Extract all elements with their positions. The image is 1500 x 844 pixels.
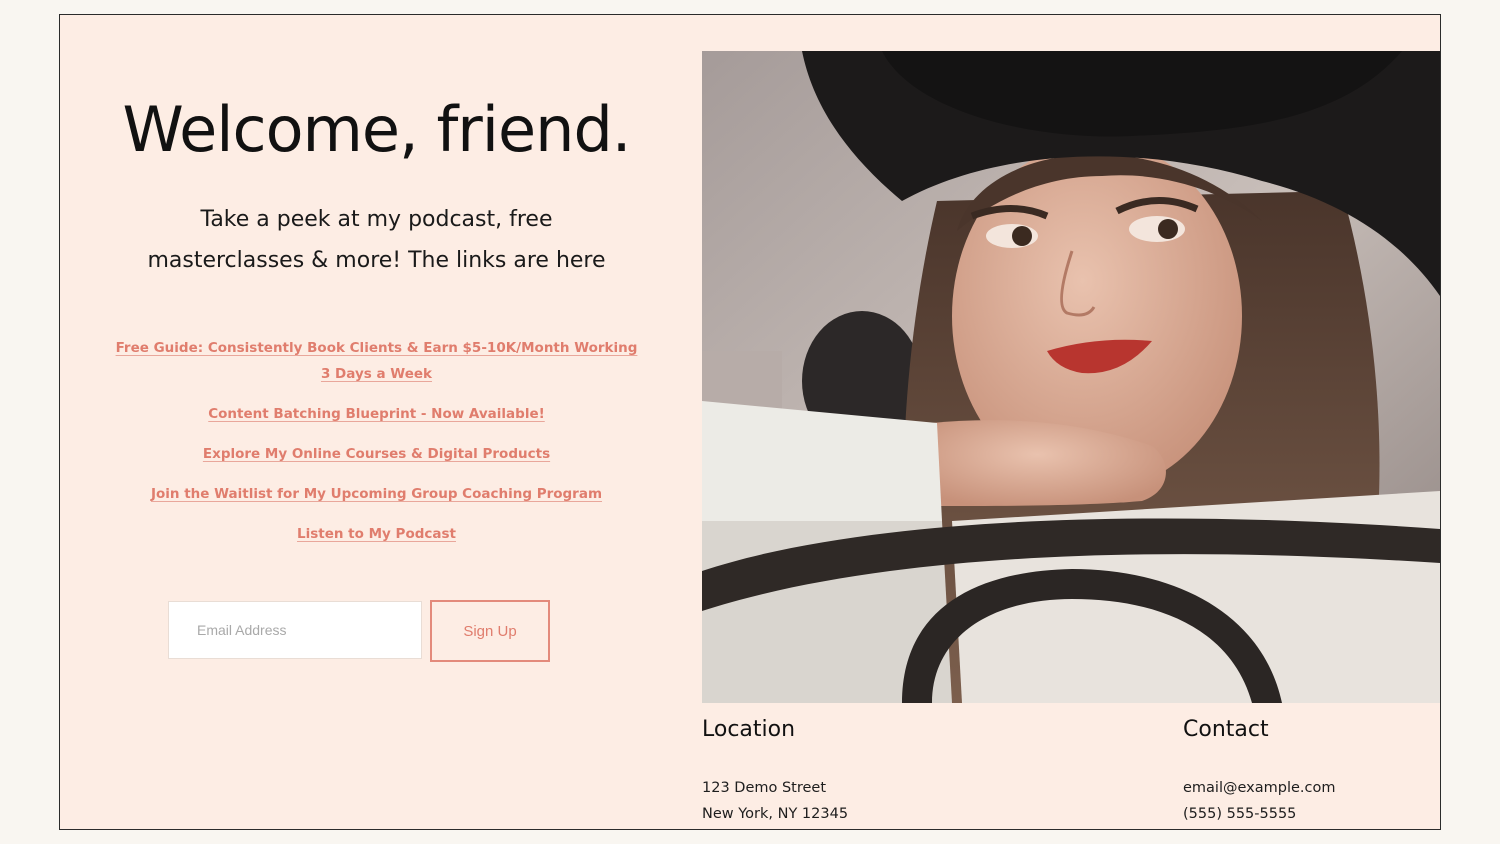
link-podcast[interactable]: Listen to My Podcast (297, 526, 456, 542)
link-coaching-waitlist[interactable]: Join the Waitlist for My Upcoming Group … (151, 486, 602, 502)
hero-subtitle: Take a peek at my podcast, free mastercl… (147, 207, 606, 273)
sign-up-button[interactable]: Sign Up (430, 600, 550, 662)
contact-phone: (555) 555-5555 (1183, 806, 1297, 822)
list-item: Listen to My Podcast (110, 521, 643, 547)
list-item: Join the Waitlist for My Upcoming Group … (110, 481, 643, 507)
location-title: Location (702, 717, 796, 742)
link-online-courses[interactable]: Explore My Online Courses & Digital Prod… (203, 446, 550, 462)
link-free-guide[interactable]: Free Guide: Consistently Book Clients & … (116, 340, 638, 382)
signup-form: Sign Up (168, 600, 550, 663)
location-city: New York, NY 12345 (702, 806, 849, 822)
location-street: 123 Demo Street (702, 780, 827, 796)
list-item: Content Batching Blueprint - Now Availab… (110, 401, 643, 427)
link-list: Free Guide: Consistently Book Clients & … (110, 335, 643, 561)
link-content-batching[interactable]: Content Batching Blueprint - Now Availab… (208, 406, 545, 422)
hero-section: Welcome, friend. Take a peek at my podca… (60, 15, 703, 829)
email-input[interactable] (168, 601, 422, 659)
page-frame: Welcome, friend. Take a peek at my podca… (59, 14, 1441, 830)
list-item: Free Guide: Consistently Book Clients & … (110, 335, 643, 387)
hero-photo (702, 51, 1440, 703)
contact-title: Contact (1183, 717, 1269, 742)
page-title: Welcome, friend. (122, 93, 631, 166)
list-item: Explore My Online Courses & Digital Prod… (110, 441, 643, 467)
contact-email: email@example.com (1183, 780, 1336, 796)
